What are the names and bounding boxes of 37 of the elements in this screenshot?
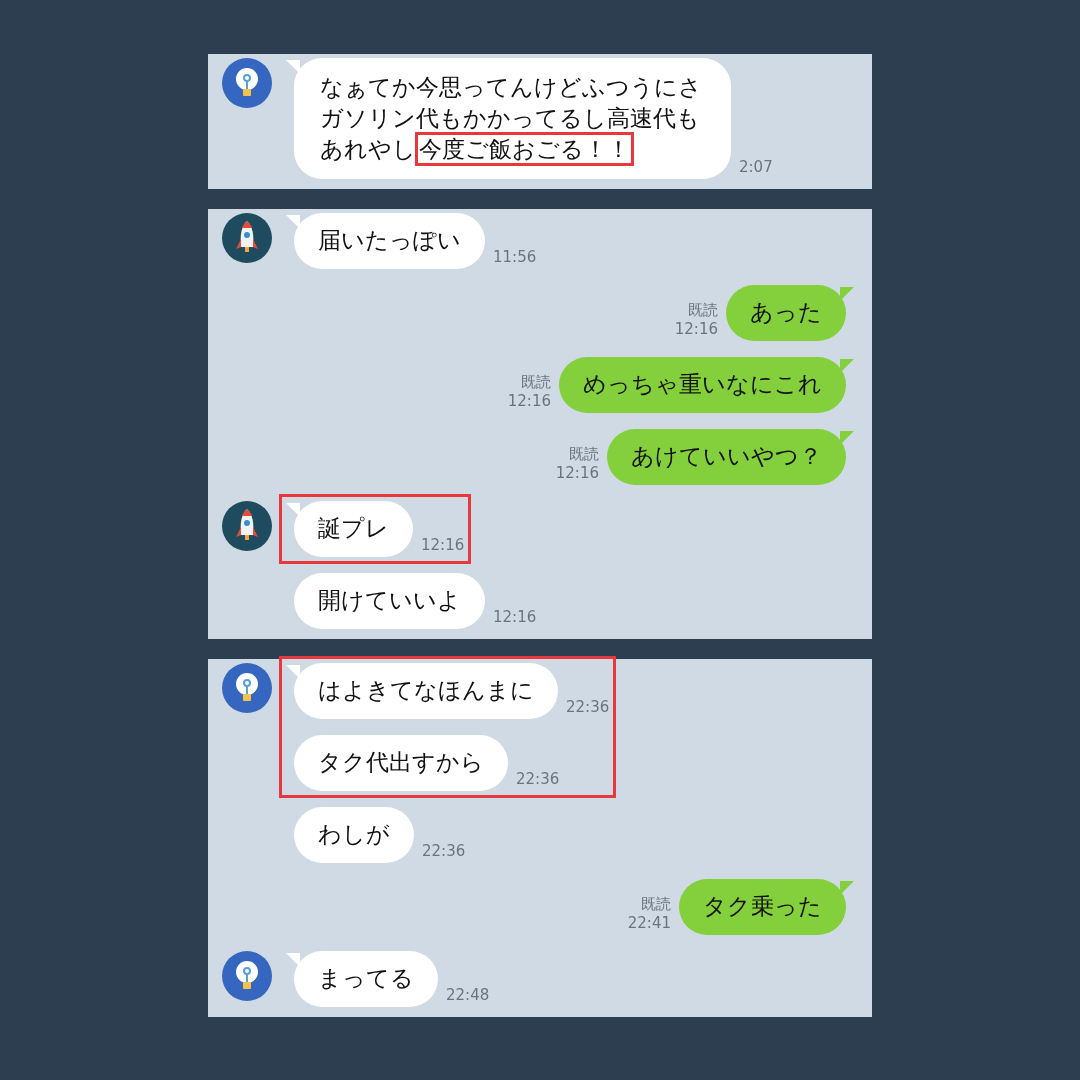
lightbulb-avatar-icon — [222, 951, 272, 1001]
message-bubble: なぁてか今思ってんけどふつうにさガソリン代もかかってるし高速代もあれやし 今度ご飯おごる！！ — [294, 58, 731, 179]
timestamp: 22:36 — [566, 698, 610, 717]
read-receipt: 既読 — [641, 895, 671, 914]
message-bubble: 届いたっぽい — [294, 213, 485, 269]
timestamp: 22:41 — [627, 914, 671, 933]
bubble-tail — [840, 287, 854, 301]
message-bubble: あけていいやつ？ — [607, 429, 846, 485]
bubble-tail — [840, 881, 854, 895]
message-bubble: タク代出すから — [294, 735, 508, 791]
timestamp: 12:16 — [493, 608, 537, 627]
message-bubble: めっちゃ重いなにこれ — [559, 357, 846, 413]
bubble-tail — [840, 431, 854, 445]
message-bubble: はよきてなほんまに — [294, 663, 558, 719]
bubble-tail — [840, 359, 854, 373]
read-receipt: 既読 — [521, 373, 551, 392]
timestamp: 12:16 — [555, 464, 599, 483]
lightbulb-avatar-icon — [222, 58, 272, 108]
timestamp: 12:16 — [507, 392, 551, 411]
timestamp: 11:56 — [493, 248, 537, 267]
message-bubble: わしが — [294, 807, 414, 863]
timestamp: 12:16 — [674, 320, 718, 339]
message-bubble: 誕プレ — [294, 501, 413, 557]
lightbulb-avatar-icon — [222, 663, 272, 713]
timestamp: 22:48 — [446, 986, 490, 1005]
read-receipt: 既読 — [688, 301, 718, 320]
timestamp: 2:07 — [739, 158, 773, 177]
timestamp: 22:36 — [516, 770, 560, 789]
timestamp: 12:16 — [421, 536, 465, 555]
message-bubble: タク乗った — [679, 879, 846, 935]
timestamp: 22:36 — [422, 842, 466, 861]
message-bubble: 開けていいよ — [294, 573, 485, 629]
rocket-avatar-icon — [222, 501, 272, 551]
message-bubble: あった — [726, 285, 846, 341]
rocket-avatar-icon — [222, 213, 272, 263]
read-receipt: 既読 — [569, 445, 599, 464]
message-bubble: まってる — [294, 951, 438, 1007]
